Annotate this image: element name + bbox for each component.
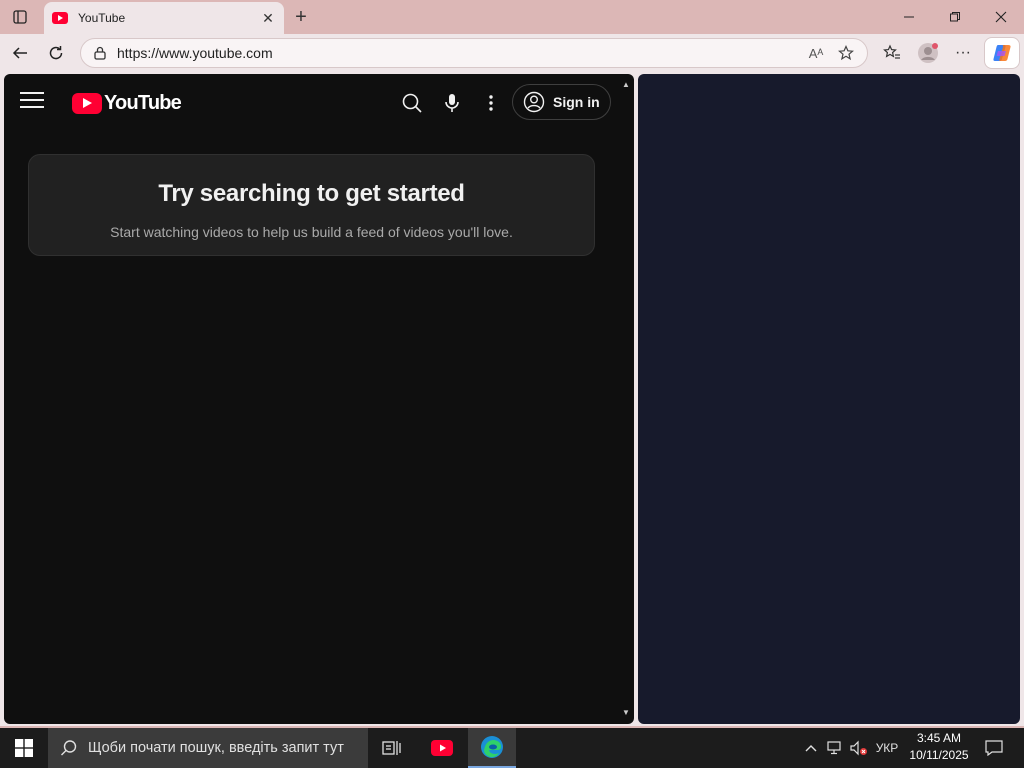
account-circle-icon <box>523 91 545 113</box>
profile-avatar-icon <box>918 43 938 63</box>
chevron-up-icon <box>805 745 817 752</box>
close-icon <box>995 11 1007 23</box>
favorites-icon <box>883 44 900 59</box>
back-button[interactable] <box>5 38 35 68</box>
youtube-play-icon <box>72 92 102 114</box>
notification-center-button[interactable] <box>974 728 1014 768</box>
site-info-button[interactable] <box>91 44 109 62</box>
read-aloud-icon[interactable]: Aᴬ <box>805 42 827 64</box>
guide-menu-button[interactable] <box>20 92 44 110</box>
empty-feed-subtitle: Start watching videos to help us build a… <box>110 224 513 240</box>
close-window-button[interactable] <box>978 0 1024 34</box>
taskbar-search-box[interactable]: Щоби почати пошук, введіть запит тут <box>48 728 368 768</box>
youtube-app-icon <box>431 740 453 756</box>
youtube-page: YouTube Sign in Try searching to get sta… <box>4 74 634 724</box>
sign-in-button[interactable]: Sign in <box>512 84 611 120</box>
youtube-logo-link[interactable]: YouTube <box>72 91 182 115</box>
network-icon <box>827 741 841 755</box>
minimize-icon <box>904 16 914 18</box>
scroll-down-arrow[interactable]: ▼ <box>620 708 632 718</box>
clock-time: 3:45 AM <box>916 731 962 745</box>
youtube-header: YouTube Sign in <box>4 74 634 130</box>
task-view-button[interactable] <box>368 728 416 768</box>
taskbar-youtube-app[interactable] <box>418 728 466 768</box>
volume-muted-icon <box>850 740 867 756</box>
search-button[interactable] <box>397 88 427 118</box>
settings-more-button[interactable]: ··· <box>948 38 978 68</box>
sign-in-label: Sign in <box>553 94 600 110</box>
back-arrow-icon <box>12 47 27 59</box>
edge-browser-icon <box>481 736 503 758</box>
volume-button[interactable] <box>848 728 870 768</box>
new-tab-button[interactable]: + <box>288 4 314 30</box>
copilot-icon <box>993 45 1011 61</box>
clock-date: 10/11/2025 <box>909 748 969 762</box>
refresh-icon <box>49 46 63 60</box>
restore-button[interactable] <box>932 0 978 34</box>
menu-line <box>20 92 44 94</box>
taskbar: Щоби почати пошук, введіть запит тут УКР… <box>0 728 1024 768</box>
tab-actions-menu-button[interactable] <box>6 4 34 30</box>
lock-icon <box>94 46 106 60</box>
show-hidden-icons-button[interactable] <box>800 728 822 768</box>
menu-line <box>20 106 44 108</box>
taskbar-edge-app[interactable] <box>468 728 516 768</box>
menu-line <box>20 99 44 101</box>
voice-search-button[interactable] <box>437 88 467 118</box>
scroll-up-arrow[interactable]: ▲ <box>620 80 632 90</box>
star-icon <box>838 45 854 61</box>
url-text[interactable]: https://www.youtube.com <box>117 45 797 61</box>
taskbar-clock[interactable]: 3:45 AM 10/11/2025 <box>902 730 976 764</box>
tab-close-button[interactable]: ✕ <box>260 10 276 26</box>
copilot-button[interactable] <box>984 37 1020 69</box>
network-button[interactable] <box>824 728 846 768</box>
favorite-star-icon[interactable] <box>835 42 857 64</box>
tab-youtube[interactable]: YouTube ✕ <box>44 2 284 34</box>
youtube-wordmark: YouTube <box>104 91 182 114</box>
restore-icon <box>950 12 960 22</box>
tab-actions-icon <box>13 10 27 24</box>
settings-menu-button[interactable] <box>476 88 506 118</box>
microphone-icon <box>445 94 459 112</box>
profile-button[interactable] <box>913 38 943 68</box>
browser-title-bar: YouTube ✕ + <box>0 0 1024 34</box>
tab-title: YouTube <box>78 11 126 25</box>
vertical-dots-icon <box>489 95 493 111</box>
task-view-icon <box>382 741 401 755</box>
empty-feed-title: Try searching to get started <box>158 180 465 207</box>
empty-feed-card: Try searching to get started Start watch… <box>28 154 595 256</box>
minimize-button[interactable] <box>886 0 932 34</box>
side-panel <box>638 74 1020 724</box>
refresh-button[interactable] <box>41 38 71 68</box>
search-icon <box>402 93 422 113</box>
taskbar-search-placeholder: Щоби почати пошук, введіть запит тут <box>88 740 344 756</box>
browser-content-area: YouTube Sign in Try searching to get sta… <box>0 72 1024 726</box>
browser-toolbar: https://www.youtube.com Aᴬ ··· <box>0 34 1024 72</box>
windows-logo-icon <box>15 739 33 757</box>
address-bar[interactable]: https://www.youtube.com Aᴬ <box>80 38 868 68</box>
favorites-button[interactable] <box>877 38 907 68</box>
search-icon <box>61 740 77 756</box>
youtube-favicon-icon <box>52 12 68 24</box>
input-language-button[interactable]: УКР <box>872 728 902 768</box>
start-button[interactable] <box>0 728 48 768</box>
notification-icon <box>985 740 1003 756</box>
